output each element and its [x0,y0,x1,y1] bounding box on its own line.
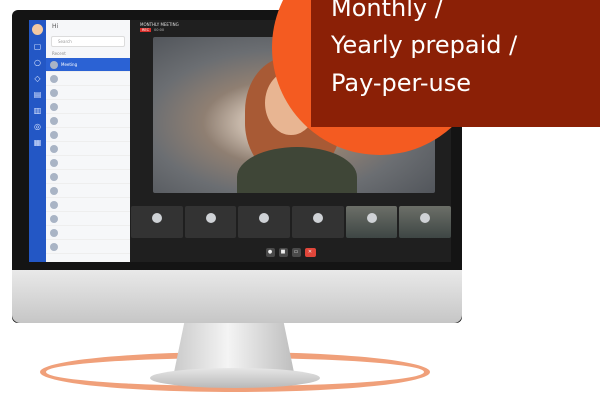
avatar [50,214,58,223]
meetings-icon[interactable]: ▥ [33,106,42,115]
promo-line-3: Pay-per-use [331,69,472,97]
promo-line-2: Yearly prepaid / [331,31,518,59]
list-item[interactable] [46,226,130,240]
list-item[interactable] [46,142,130,156]
list-item[interactable] [46,240,130,254]
participant-tile[interactable] [399,206,451,238]
participant-avatar [366,213,377,223]
avatar [50,60,58,69]
calls-icon[interactable]: ▤ [33,90,42,99]
video-icon[interactable]: ■ [278,247,288,257]
meeting-timer: 00:00 [154,28,165,32]
sidebar-back[interactable]: Hi [46,20,130,33]
participant-tile[interactable] [292,206,344,238]
monitor-base [150,368,320,388]
participant-tile[interactable] [184,206,237,238]
conversation-sidebar: Hi Search Recent Meeting [46,20,130,262]
apps-icon[interactable]: ▦ [33,138,42,147]
meeting-title: MONTHLY MEETING [140,22,179,27]
participant-avatar [152,213,162,223]
list-item[interactable] [46,100,130,114]
share-icon[interactable]: ▭ [291,247,301,257]
participant-avatar [259,213,270,223]
settings-icon[interactable]: ◎ [33,122,42,131]
list-item[interactable] [46,128,130,142]
avatar [50,88,58,97]
avatar [50,242,58,251]
avatar [50,130,58,139]
avatar [50,158,58,167]
participant-tiles [131,206,451,238]
call-controls: ● ■ ▭ ✕ [130,244,451,260]
list-item-name: Meeting [61,62,78,67]
list-item[interactable] [46,72,130,86]
participant-tile[interactable] [238,206,291,238]
list-item[interactable] [46,170,130,184]
avatar [50,172,58,181]
list-item[interactable] [46,184,130,198]
search-icon[interactable]: ○ [33,58,42,67]
list-item-text: Meeting [61,62,77,67]
participant-tile[interactable] [131,206,183,238]
list-item[interactable] [46,212,130,226]
monitor-chin [12,270,462,323]
list-item[interactable] [46,114,130,128]
search-input[interactable]: Search [51,36,125,47]
avatar [50,74,58,83]
end-call-icon[interactable]: ✕ [304,247,316,257]
user-avatar[interactable] [32,24,43,35]
participant-tile[interactable] [345,206,398,238]
avatar [50,144,58,153]
promo-line-1: Monthly / [331,0,443,22]
app-rail: ▢ ○ ◇ ▤ ▥ ◎ ▦ [29,20,46,262]
section-label: Recent [52,51,66,56]
recording-badge: REC [140,28,152,32]
conversation-list: Meeting [46,58,130,254]
pricing-banner: Monthly / Yearly prepaid / Pay-per-use [311,0,600,127]
avatar [50,200,58,209]
list-item[interactable] [46,86,130,100]
avatar [50,116,58,125]
avatar [50,102,58,111]
mic-icon[interactable]: ● [265,247,275,257]
avatar [50,186,58,195]
chat-icon[interactable]: ▢ [33,42,42,51]
list-item[interactable] [46,156,130,170]
list-item[interactable] [46,198,130,212]
participant-avatar [313,213,324,223]
participant-avatar [205,213,216,223]
avatar [50,228,58,237]
list-item[interactable]: Meeting [46,58,130,72]
participant-avatar [420,213,431,223]
contacts-icon[interactable]: ◇ [33,74,42,83]
